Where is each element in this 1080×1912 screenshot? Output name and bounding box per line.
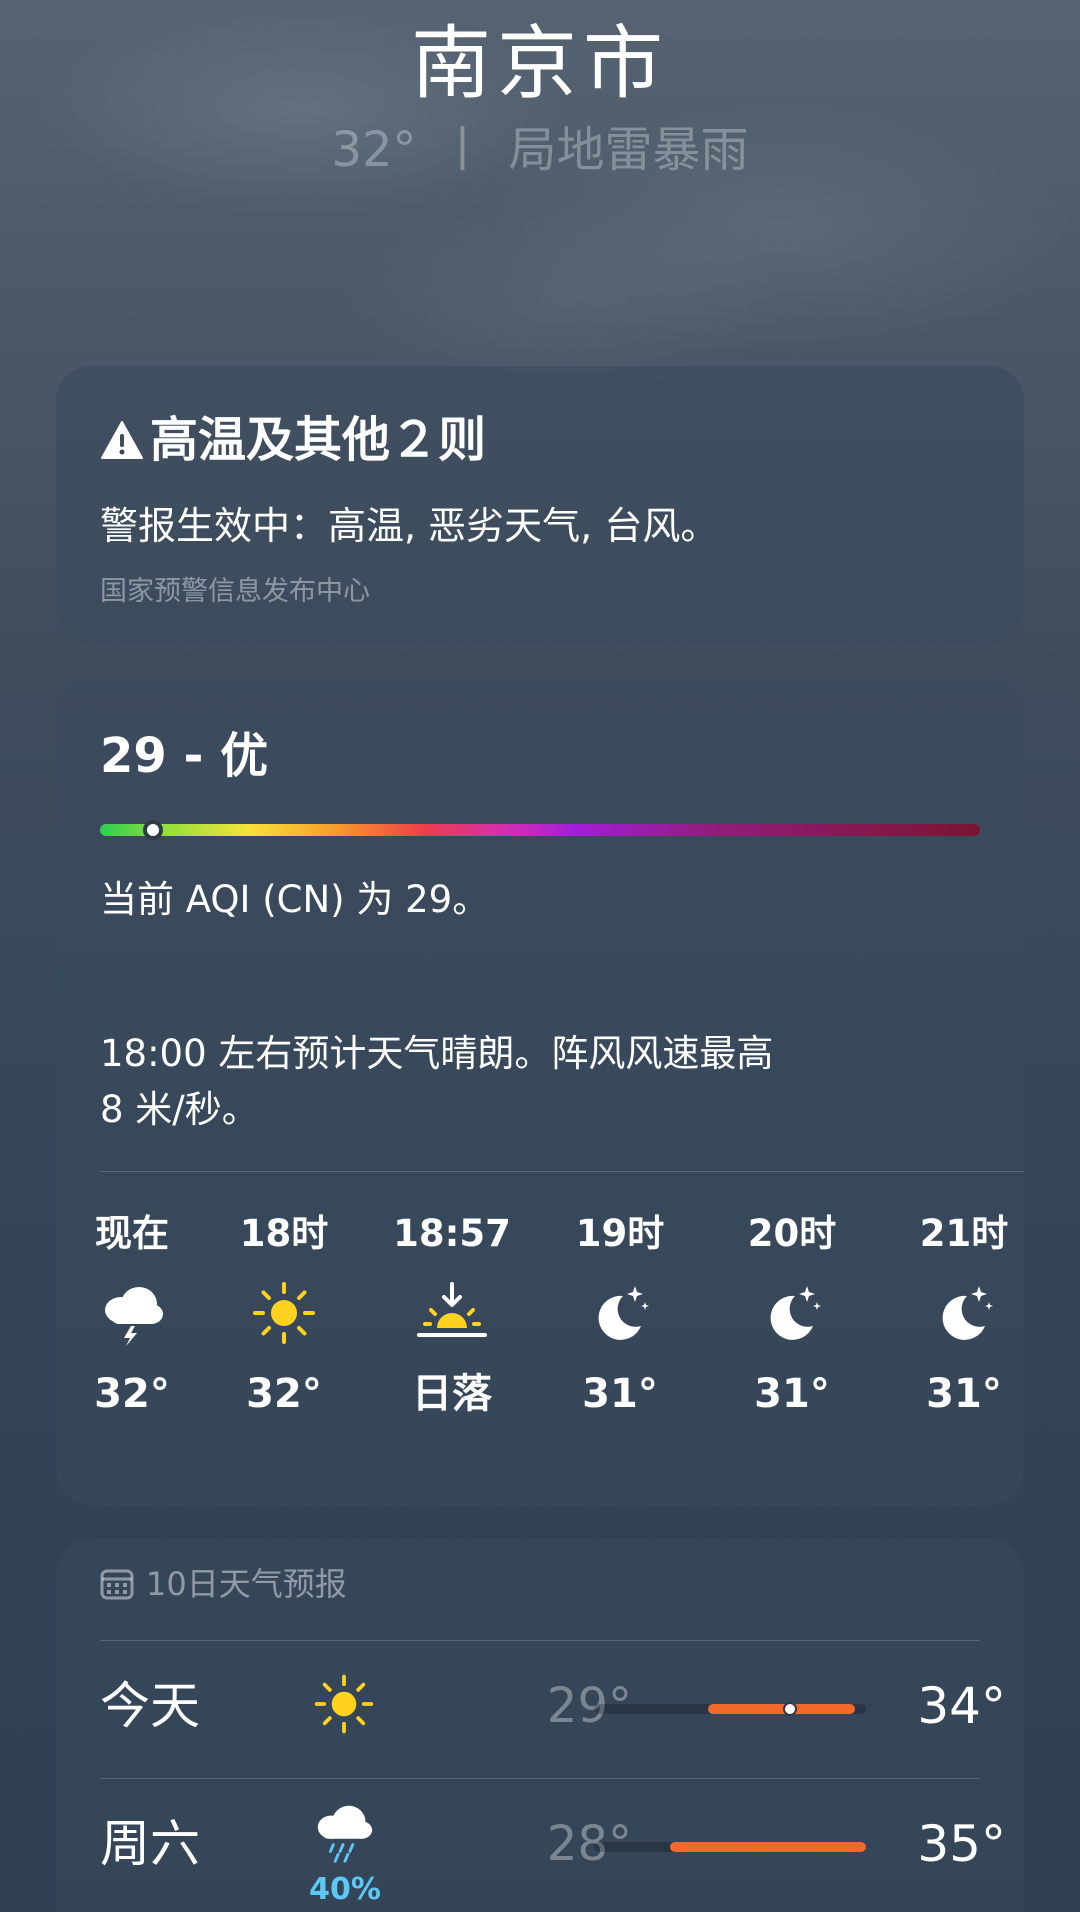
section-divider <box>100 1640 980 1641</box>
hour-time: 18时 <box>239 1212 329 1255</box>
warning-triangle-icon <box>101 421 143 459</box>
temp-range-fill <box>670 1842 866 1852</box>
temp-range-fill <box>708 1704 856 1714</box>
hour-item: 19时 31° <box>540 1210 700 1420</box>
forecast-title: 10日天气预报 <box>146 1565 347 1603</box>
forecast-day: 今天 <box>100 1677 200 1735</box>
current-summary: 32° 丨局地雷暴雨 <box>0 118 1080 182</box>
alert-title-text: 高温及其他２则 <box>150 412 487 468</box>
hourly-summary-line1: 18:00 左右预计天气晴朗。阵风风速最高 <box>100 1032 774 1075</box>
hourly-forecast-strip[interactable]: 现在 32° 18时 32° 18:57 日落 19时 31° 20时 31° … <box>56 1210 1024 1490</box>
current-temp: 32° <box>331 122 417 178</box>
aqi-headline: 29 - 优 <box>100 728 269 784</box>
aqi-scale-bar <box>100 820 980 840</box>
section-divider <box>100 1171 1024 1172</box>
temp-range-bar <box>594 1842 866 1852</box>
summary-separator: 丨 <box>438 122 487 178</box>
hour-time: 19时 <box>575 1212 665 1255</box>
hour-item: 18时 32° <box>204 1210 364 1420</box>
hour-temp: 日落 <box>412 1371 492 1417</box>
forecast-high: 35° <box>917 1815 1006 1873</box>
hourly-summary: 18:00 左右预计天气晴朗。阵风风速最高 8 米/秒。 <box>100 1026 840 1138</box>
hour-temp: 31° <box>754 1371 830 1417</box>
city-name: 南京市 <box>411 17 669 110</box>
sun-icon <box>253 1282 315 1344</box>
alert-body: 警报生效中：高温, 恶劣天气, 台风。 <box>100 504 719 548</box>
hour-temp: 32° <box>94 1371 170 1417</box>
hour-temp: 32° <box>246 1371 322 1417</box>
hour-item: 18:57 日落 <box>372 1210 532 1420</box>
aqi-hourly-card[interactable]: 29 - 优 当前 AQI (CN) 为 29。 18:00 左右预计天气晴朗。… <box>56 676 1024 1506</box>
temp-range-bar <box>594 1702 866 1716</box>
sunset-icon <box>417 1282 487 1337</box>
forecast-row[interactable]: 今天 29° 34° <box>56 1642 1024 1778</box>
moon-stars-icon <box>942 1286 993 1340</box>
forecast-high: 34° <box>917 1677 1006 1735</box>
alert-title: 高温及其他２则 <box>100 410 486 470</box>
precip-chance: 40% <box>309 1872 381 1907</box>
ten-day-forecast-card[interactable]: 10日天气预报 今天 29° 34° 周六 40% 28° 35° <box>56 1538 1024 1912</box>
hour-item: 现在 32° <box>56 1210 212 1420</box>
forecast-header: 10日天气预报 <box>100 1562 347 1606</box>
hour-item: 20时 31° <box>712 1210 872 1420</box>
alert-source: 国家预警信息发布中心 <box>100 576 370 607</box>
hour-item: 21时 31° <box>884 1210 1024 1420</box>
forecast-row[interactable]: 周六 40% 28° 35° <box>56 1780 1024 1912</box>
hour-time: 21时 <box>919 1212 1009 1255</box>
rain-cloud-icon <box>317 1805 373 1863</box>
moon-stars-icon <box>770 1286 821 1340</box>
hour-time: 现在 <box>95 1212 169 1255</box>
hour-temp: 31° <box>926 1371 1002 1417</box>
current-temp-dot <box>782 1702 797 1716</box>
forecast-day: 周六 <box>100 1815 200 1873</box>
aqi-marker <box>143 820 164 840</box>
current-condition: 局地雷暴雨 <box>508 122 749 178</box>
aqi-description: 当前 AQI (CN) 为 29。 <box>100 878 490 921</box>
calendar-icon <box>100 1569 134 1600</box>
hour-time: 20时 <box>747 1212 837 1255</box>
hourly-summary-line2: 8 米/秒。 <box>100 1088 259 1131</box>
weather-alert-card[interactable]: 高温及其他２则 警报生效中：高温, 恶劣天气, 台风。 国家预警信息发布中心 <box>56 366 1024 644</box>
section-divider <box>100 1778 980 1779</box>
sun-icon <box>314 1674 374 1734</box>
hour-temp: 31° <box>582 1371 658 1417</box>
thunderstorm-cloud-icon <box>105 1287 163 1346</box>
hour-time: 18:57 <box>393 1212 511 1255</box>
moon-stars-icon <box>598 1286 649 1340</box>
